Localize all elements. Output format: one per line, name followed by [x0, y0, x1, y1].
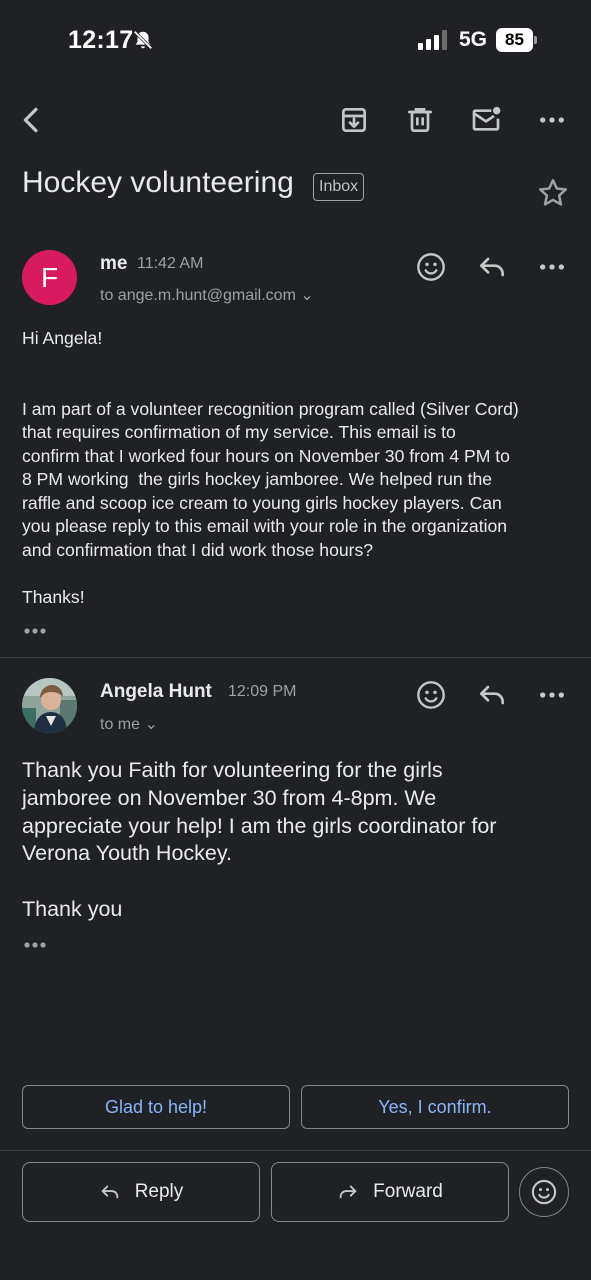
- back-button[interactable]: [8, 90, 56, 150]
- status-time: 12:17: [68, 26, 134, 54]
- mark-unread-button[interactable]: [462, 90, 510, 150]
- avatar: F: [22, 250, 77, 305]
- forward-icon: [339, 1185, 357, 1199]
- message-1-header[interactable]: F me 11:42 AM to ange.m.hunt@gmail.com ⌄: [0, 250, 591, 310]
- message-2-header[interactable]: Angela Hunt 12:09 PM to me ⌄: [0, 678, 591, 738]
- reply-icon: [480, 685, 504, 705]
- sender-name: me: [100, 253, 128, 274]
- message-1-body: Hi Angela! I am part of a volunteer reco…: [22, 328, 519, 607]
- react-button[interactable]: [411, 247, 451, 287]
- emoji-icon: [417, 681, 445, 709]
- react-button[interactable]: [411, 675, 451, 715]
- reply-icon-button[interactable]: [472, 675, 512, 715]
- toolbar: [0, 90, 591, 150]
- sender-name: Angela Hunt: [100, 681, 212, 702]
- reply-icon-button[interactable]: [472, 247, 512, 287]
- archive-button[interactable]: [330, 90, 378, 150]
- mail-unread-icon: [472, 106, 501, 131]
- react-emoji-button[interactable]: [519, 1167, 569, 1217]
- avatar: [22, 678, 77, 733]
- reply-icon: [101, 1185, 118, 1199]
- battery-tip: [534, 36, 537, 44]
- subject-row: Hockey volunteering Inbox: [22, 166, 572, 210]
- message-time: 12:09 PM: [228, 683, 297, 700]
- message-time: 11:42 AM: [137, 255, 204, 272]
- email-subject: Hockey volunteering: [22, 166, 294, 199]
- inbox-label-chip[interactable]: Inbox: [313, 173, 365, 201]
- recipient-details[interactable]: to me ⌄: [100, 714, 158, 734]
- more-horizontal-icon: [540, 692, 564, 698]
- network-label: 5G: [459, 28, 488, 51]
- star-icon[interactable]: [536, 176, 570, 210]
- reply-label: Reply: [134, 1181, 184, 1202]
- show-trimmed-icon[interactable]: [22, 624, 52, 638]
- more-options-button[interactable]: [528, 90, 576, 150]
- smart-reply-button[interactable]: Glad to help!: [22, 1085, 290, 1129]
- battery-icon: 85: [496, 28, 537, 52]
- footer-divider: [0, 1150, 591, 1151]
- profile-photo-icon: [22, 678, 77, 733]
- archive-icon: [342, 108, 366, 132]
- reply-button[interactable]: Reply: [22, 1162, 260, 1222]
- show-trimmed-icon[interactable]: [22, 938, 52, 952]
- battery-level: 85: [496, 28, 533, 52]
- more-horizontal-icon: [540, 264, 564, 270]
- forward-label: Forward: [373, 1181, 443, 1202]
- emoji-icon: [417, 253, 445, 281]
- recipient-details[interactable]: to ange.m.hunt@gmail.com ⌄: [100, 285, 314, 305]
- message-divider: [0, 657, 591, 658]
- cell-signal-icon: [418, 30, 447, 50]
- status-bar: 12:17 5G 85: [0, 0, 591, 80]
- back-arrow-icon: [23, 107, 38, 133]
- reply-icon: [480, 257, 504, 277]
- forward-button[interactable]: Forward: [271, 1162, 509, 1222]
- bell-muted-icon: [133, 30, 153, 50]
- emoji-icon: [531, 1179, 557, 1205]
- message-more-button[interactable]: [532, 675, 572, 715]
- trash-icon: [408, 108, 432, 132]
- delete-button[interactable]: [396, 90, 444, 150]
- smart-reply-button[interactable]: Yes, I confirm.: [301, 1085, 569, 1129]
- message-2-body: Thank you Faith for volunteering for the…: [22, 758, 497, 921]
- message-more-button[interactable]: [532, 247, 572, 287]
- more-horizontal-icon: [540, 117, 564, 123]
